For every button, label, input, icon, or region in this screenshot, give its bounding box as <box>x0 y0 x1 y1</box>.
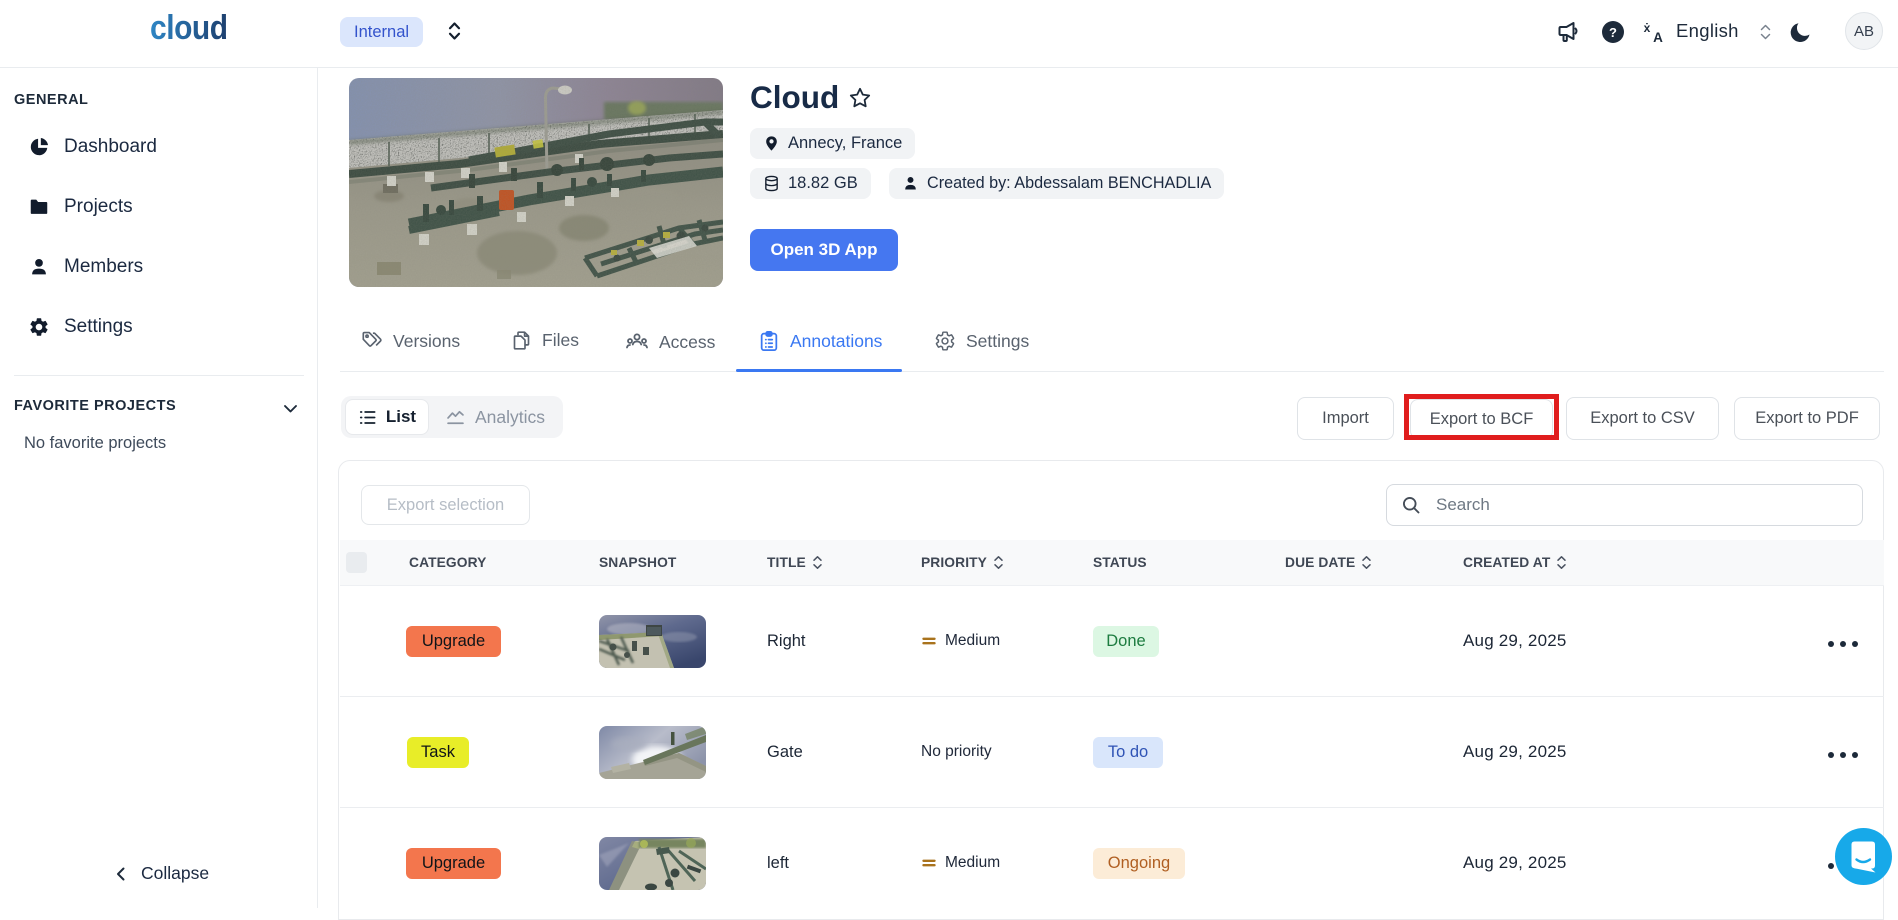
svg-text:A: A <box>1653 30 1663 44</box>
svg-text:ẋ: ẋ <box>1644 21 1651 35</box>
svg-text:?: ? <box>1609 25 1617 40</box>
